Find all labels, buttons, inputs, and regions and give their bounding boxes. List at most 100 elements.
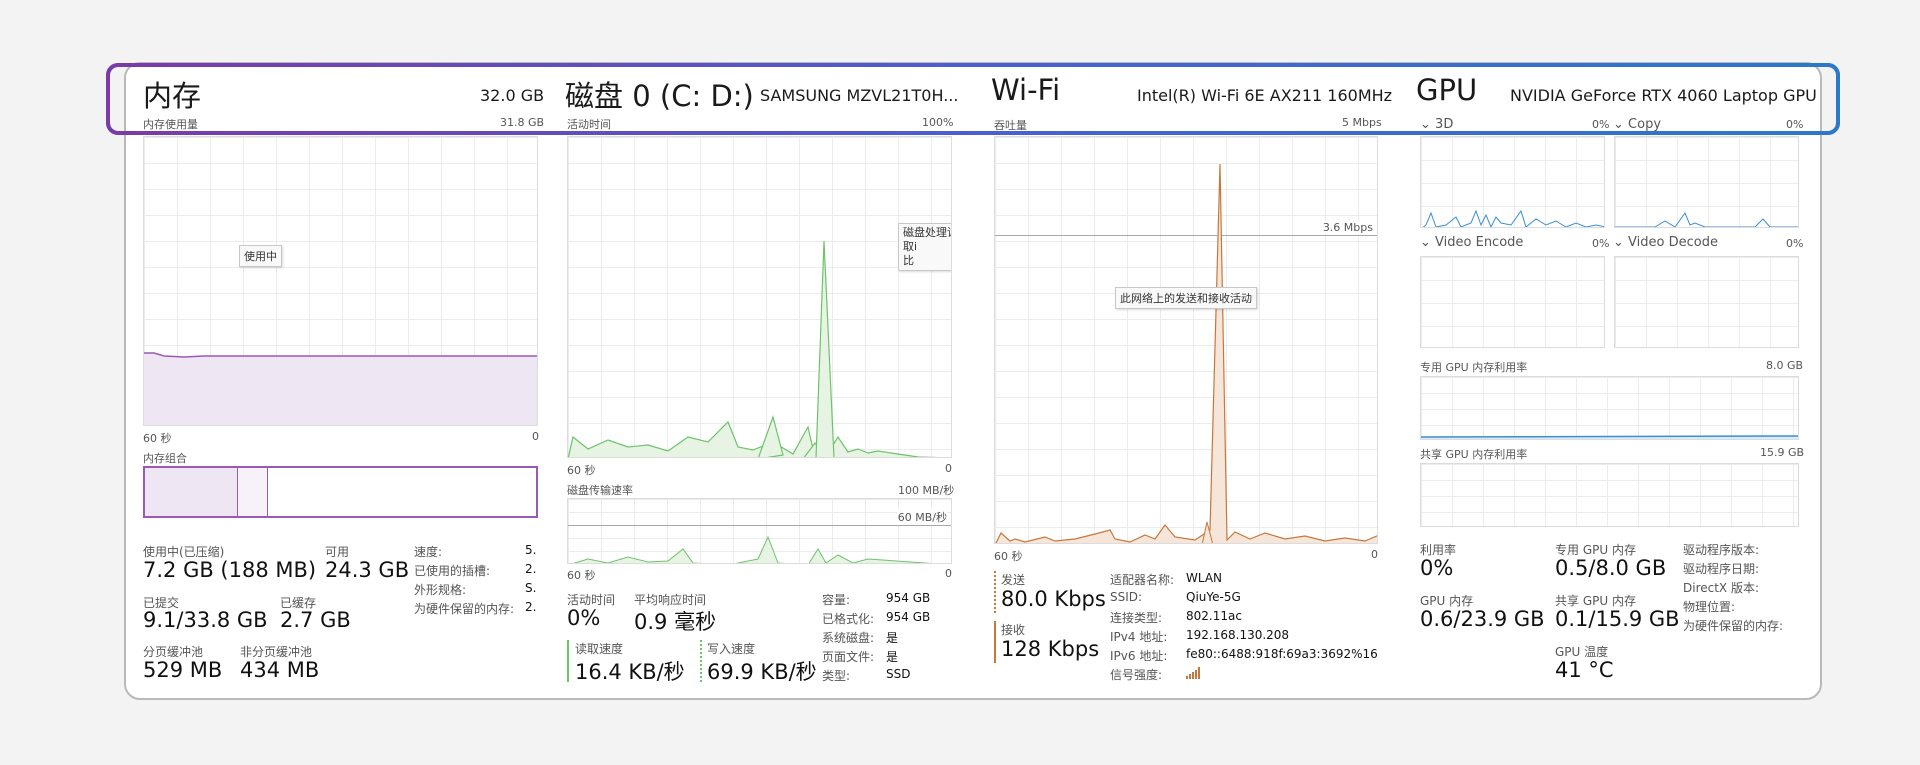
memory-total: 32.0 GB [480,86,545,105]
disk-response-value: 0.9 毫秒 [634,610,717,634]
gpu-driver-date-label: 驱动程序日期: [1683,562,1760,576]
disk-formatted-label: 已格式化: [822,612,875,626]
gpu-engine-encode-pct: 0% [1592,237,1610,250]
gpu-dedicated-max: 8.0 GB [1766,359,1804,372]
gpu-gpumem-value: 0.6/23.9 GB [1420,607,1545,631]
chevron-down-icon: ⌄ [1420,117,1431,132]
memory-slots-label: 已使用的插槽: [414,564,491,578]
wifi-ipv6-value: fe80::6488:918f:69a3:3692%16 [1186,647,1378,661]
memory-nonpaged-value: 434 MB [240,658,320,682]
memory-speed-value: 5. [525,543,537,557]
disk-write-value: 69.9 KB/秒 [707,660,817,684]
wifi-throughput-max: 5 Mbps [1342,116,1382,129]
memory-speed-label: 速度: [414,545,443,559]
disk-read-value: 16.4 KB/秒 [575,660,685,684]
disk-axis2-left: 60 秒 [567,569,596,582]
gpu-driver-version-label: 驱动程序版本: [1683,543,1760,557]
memory-reserved-label: 为硬件保留的内存: [414,602,515,616]
memory-title: 内存 [143,79,202,113]
disk-system-label: 系统磁盘: [822,631,875,645]
disk-active-label: 活动时间 [567,118,611,131]
disk-active-max: 100% [922,116,954,129]
chevron-down-icon: ⌄ [1613,235,1624,250]
gpu-temp-value: 41 °C [1555,658,1614,682]
memory-composition-bar[interactable] [143,466,538,518]
gpu-dedicated-graph[interactable] [1420,376,1799,440]
disk-axis-left: 60 秒 [567,464,596,477]
gpu-location-label: 物理位置: [1683,600,1736,614]
gpu-dedmem-value: 0.5/8.0 GB [1555,556,1667,580]
disk-read-bar [567,640,569,682]
disk-transfer-label: 磁盘传输速率 [567,484,633,497]
wifi-adaptername-label: 适配器名称: [1110,573,1175,587]
disk-type-label: 类型: [822,669,851,683]
memory-slots-value: 2. [525,562,537,576]
disk-transfer-graph[interactable]: 60 MB/秒 [567,498,952,564]
gpu-reserved-label: 为硬件保留的内存: [1683,619,1784,633]
gpu-engine-encode-label: Video Encode [1435,235,1524,250]
wifi-send-bar [994,571,996,613]
gpu-engine-copy-pct: 0% [1786,118,1804,131]
wifi-send-label: 发送 [1001,573,1026,587]
disk-axis-right: 0 [945,462,952,475]
gpu-engine-encode-selector[interactable]: ⌄ Video Encode [1420,235,1523,250]
gpu-util-value: 0% [1420,556,1454,580]
memory-form-value: S. [525,581,537,595]
memory-axis-right: 0 [532,430,539,443]
disk-axis2-right: 0 [945,567,952,580]
gpu-dedicated-label: 专用 GPU 内存利用率 [1420,361,1528,374]
wifi-recv-value: 128 Kbps [1001,637,1100,661]
chevron-down-icon: ⌄ [1613,117,1624,132]
gpu-engine-3d-pct: 0% [1592,118,1610,131]
disk-capacity-label: 容量: [822,593,851,607]
memory-committed-value: 9.1/33.8 GB [143,608,268,632]
wifi-signal-icon [1186,667,1202,679]
wifi-recv-bar [994,621,996,663]
gpu-shared-label: 共享 GPU 内存利用率 [1420,448,1528,461]
chevron-down-icon: ⌄ [1420,235,1431,250]
wifi-ipv4-value: 192.168.130.208 [1186,628,1290,642]
memory-inuse-value: 7.2 GB (188 MB) [143,558,317,582]
wifi-ipv4-label: IPv4 地址: [1110,630,1168,644]
gpu-engine-copy-selector[interactable]: ⌄ Copy [1613,117,1661,132]
wifi-title: Wi-Fi [991,73,1061,107]
wifi-axis-left: 60 秒 [994,550,1023,563]
disk-tooltip: 磁盘处理读取i 比 [898,223,951,271]
disk-activetime-value: 0% [567,606,601,630]
memory-paged-value: 529 MB [143,658,223,682]
disk-write-label: 写入速度 [707,642,756,656]
disk-active-graph[interactable]: 磁盘处理读取i 比 [567,136,952,458]
disk-type-value: SSD [886,667,911,681]
memory-usage-max: 31.8 GB [500,116,545,129]
memory-composition-label: 内存组合 [143,452,187,465]
disk-read-label: 读取速度 [575,642,624,656]
wifi-throughput-graph[interactable]: 3.6 Mbps 此网络上的发送和接收活动 [994,136,1378,544]
gpu-3d-graph[interactable] [1420,136,1605,228]
gpu-model: NVIDIA GeForce RTX 4060 Laptop GPU [1510,86,1817,105]
wifi-send-value: 80.0 Kbps [1001,587,1106,611]
disk-transfer-max: 100 MB/秒 [898,484,955,497]
memory-usage-graph[interactable]: 使用中 [143,136,538,426]
memory-available-value: 24.3 GB [325,558,410,582]
gpu-copy-graph[interactable] [1614,136,1799,228]
gpu-engine-decode-selector[interactable]: ⌄ Video Decode [1613,235,1718,250]
disk-formatted-value: 954 GB [886,610,931,624]
gpu-shared-max: 15.9 GB [1760,446,1805,459]
gpu-engine-3d-label: 3D [1435,117,1454,132]
gpu-engine-copy-label: Copy [1628,117,1662,132]
gpu-shared-graph[interactable] [1420,463,1799,527]
disk-title: 磁盘 0 (C: D:) [565,79,754,113]
gpu-engine-3d-selector[interactable]: ⌄ 3D [1420,117,1453,132]
gpu-encode-graph[interactable] [1420,256,1605,348]
gpu-decode-graph[interactable] [1614,256,1799,348]
wifi-conn-label: 连接类型: [1110,611,1163,625]
wifi-adaptername-value: WLAN [1186,571,1223,585]
gpu-directx-label: DirectX 版本: [1683,581,1760,595]
memory-form-label: 外形规格: [414,583,467,597]
gpu-engine-decode-pct: 0% [1786,237,1804,250]
wifi-tooltip: 此网络上的发送和接收活动 [1115,287,1257,309]
memory-usage-label: 内存使用量 [143,118,198,131]
wifi-signal-label: 信号强度: [1110,668,1163,682]
gpu-title: GPU [1416,73,1478,107]
gpu-engine-decode-label: Video Decode [1628,235,1718,250]
